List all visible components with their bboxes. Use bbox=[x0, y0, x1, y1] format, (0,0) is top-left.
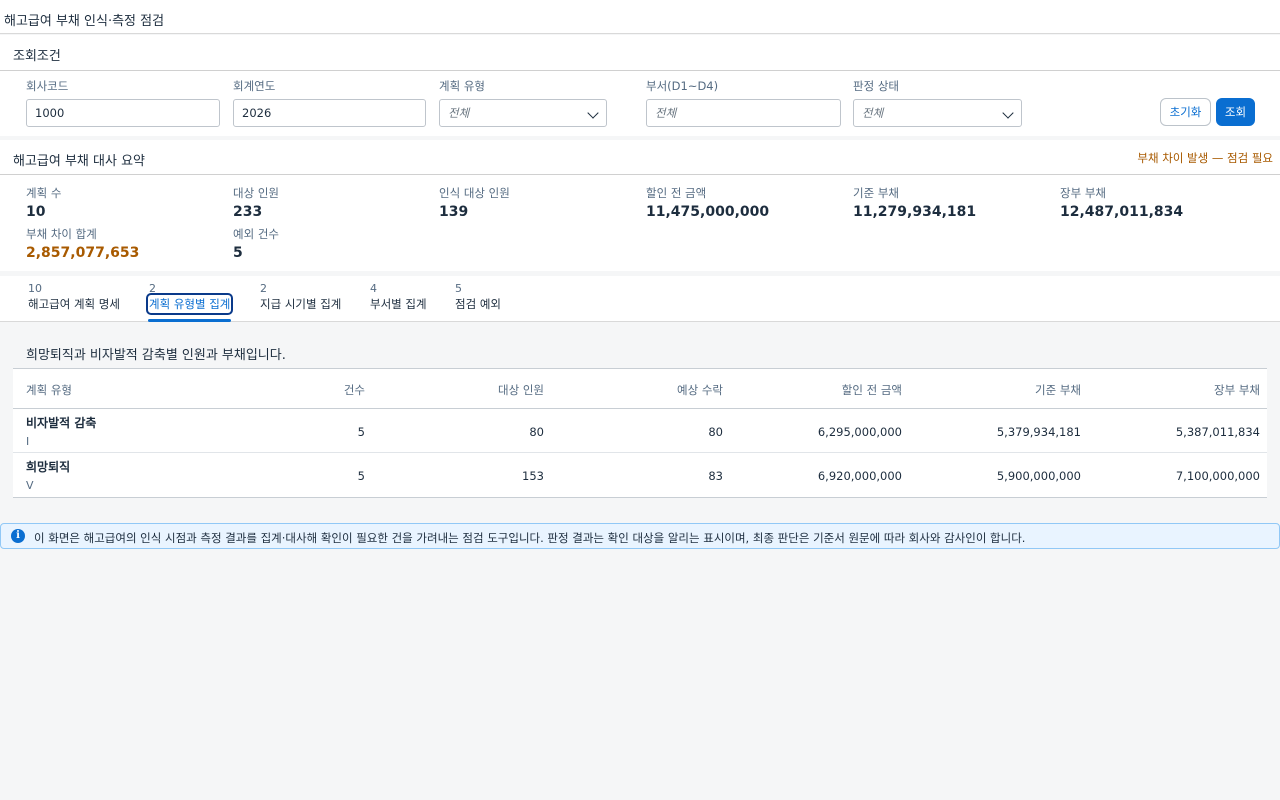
tab-bar: 10 해고급여 계획 명세 2 계획 유형별 집계 2 지급 시기별 집계 4 … bbox=[0, 276, 1280, 322]
kpi-value: 12,487,011,834 bbox=[1060, 204, 1184, 220]
tab-label: 해고급여 계획 명세 bbox=[28, 297, 120, 311]
company-code-label: 회사코드 bbox=[26, 79, 69, 93]
kpi-base-liability: 기준 부채 11,279,934,181 bbox=[853, 185, 976, 220]
department-input[interactable]: 전체 bbox=[646, 99, 841, 127]
chevron-down-icon bbox=[1002, 107, 1014, 119]
column-header-plan-type[interactable]: 계획 유형 bbox=[26, 382, 72, 398]
cell-headcount: 80 bbox=[529, 425, 544, 439]
cell-book-liability: 5,387,011,834 bbox=[1175, 425, 1260, 439]
tab-exceptions[interactable]: 5 점검 예외 bbox=[455, 282, 501, 322]
kpi-label: 장부 부채 bbox=[1060, 186, 1106, 200]
kpi-plan-count: 계획 수 10 bbox=[26, 185, 61, 220]
tab-label: 점검 예외 bbox=[455, 297, 501, 311]
judgment-status-select[interactable]: 전체 bbox=[853, 99, 1022, 127]
cell-headcount: 153 bbox=[522, 469, 544, 483]
kpi-label: 기준 부채 bbox=[853, 186, 899, 200]
filter-panel-header: 조회조건 bbox=[0, 35, 1280, 71]
company-code-input[interactable]: 1000 bbox=[26, 99, 220, 127]
fiscal-year-label: 회계연도 bbox=[233, 79, 276, 93]
tab-by-plan-type[interactable]: 2 계획 유형별 집계 bbox=[145, 282, 234, 322]
kpi-label: 계획 수 bbox=[26, 186, 62, 200]
column-header-expected[interactable]: 예상 수락 bbox=[677, 382, 723, 398]
kpi-value: 11,279,934,181 bbox=[853, 204, 977, 220]
info-icon: i bbox=[11, 529, 25, 543]
chevron-down-icon bbox=[587, 107, 599, 119]
cell-undiscounted: 6,920,000,000 bbox=[817, 469, 902, 483]
kpi-label: 인식 대상 인원 bbox=[439, 186, 510, 200]
filter-panel: 조회조건 회사코드 1000 회계연도 2026 계획 유형 전체 부서(D1~… bbox=[0, 35, 1280, 136]
kpi-label: 부채 차이 합계 bbox=[26, 227, 97, 241]
kpi-undiscounted-amount: 할인 전 금액 11,475,000,000 bbox=[646, 185, 769, 220]
page-title: 해고급여 부채 인식·측정 점검 bbox=[4, 14, 165, 29]
content-description: 희망퇴직과 비자발적 감축별 인원과 부채입니다. bbox=[26, 348, 286, 363]
kpi-label: 예외 건수 bbox=[233, 227, 279, 241]
tab-label: 지급 시기별 집계 bbox=[260, 297, 342, 311]
judgment-status-value: 전체 bbox=[862, 106, 884, 120]
kpi-value: 139 bbox=[439, 204, 469, 220]
tab-count: 5 bbox=[455, 282, 462, 295]
kpi-value: 233 bbox=[233, 204, 263, 220]
plan-type-label: 계획 유형 bbox=[439, 79, 485, 93]
info-message-strip: i 이 화면은 해고급여의 인식 시점과 측정 결과를 집계·대사해 확인이 필… bbox=[0, 523, 1280, 549]
plan-type-select[interactable]: 전체 bbox=[439, 99, 607, 127]
cell-book-liability: 7,100,000,000 bbox=[1175, 469, 1260, 483]
reset-button[interactable]: 초기화 bbox=[1160, 98, 1211, 126]
tab-plan-details[interactable]: 10 해고급여 계획 명세 bbox=[28, 282, 120, 322]
kpi-value: 5 bbox=[233, 245, 243, 261]
plan-type-name: 비자발적 감축 bbox=[26, 416, 97, 430]
plan-type-name: 희망퇴직 bbox=[26, 460, 71, 474]
info-message-text: 이 화면은 해고급여의 인식 시점과 측정 결과를 집계·대사해 확인이 필요한… bbox=[34, 531, 1026, 545]
table-row[interactable]: 비자발적 감축 I 5 80 80 6,295,000,000 5,379,93… bbox=[13, 409, 1267, 453]
kpi-label: 할인 전 금액 bbox=[646, 186, 707, 200]
column-header-undiscounted[interactable]: 할인 전 금액 bbox=[842, 382, 902, 398]
cell-base-liability: 5,379,934,181 bbox=[996, 425, 1081, 439]
kpi-recognized-headcount: 인식 대상 인원 139 bbox=[439, 185, 510, 220]
kpi-value: 11,475,000,000 bbox=[646, 204, 770, 220]
plan-type-table: 계획 유형 건수 대상 인원 예상 수락 할인 전 금액 기준 부채 장부 부채… bbox=[13, 368, 1267, 498]
summary-panel-header: 해고급여 부채 대사 요약 부채 차이 발생 — 점검 필요 bbox=[0, 140, 1280, 175]
cell-expected: 80 bbox=[708, 425, 723, 439]
column-header-base-liability[interactable]: 기준 부채 bbox=[1035, 382, 1081, 398]
summary-warning-text: 부채 차이 발생 — 점검 필요 bbox=[1137, 151, 1273, 165]
kpi-liability-difference: 부채 차이 합계 2,857,077,653 bbox=[26, 226, 139, 261]
plan-type-code: V bbox=[26, 479, 34, 492]
summary-panel: 해고급여 부채 대사 요약 부채 차이 발생 — 점검 필요 계획 수 10 대… bbox=[0, 140, 1280, 271]
table-header: 계획 유형 건수 대상 인원 예상 수락 할인 전 금액 기준 부채 장부 부채 bbox=[13, 369, 1267, 409]
tab-count: 10 bbox=[28, 282, 42, 295]
active-tab-indicator bbox=[148, 319, 232, 322]
column-header-book-liability[interactable]: 장부 부채 bbox=[1214, 382, 1260, 398]
plan-type-value: 전체 bbox=[448, 106, 470, 120]
table-row[interactable]: 희망퇴직 V 5 153 83 6,920,000,000 5,900,000,… bbox=[13, 453, 1267, 497]
search-button[interactable]: 조회 bbox=[1216, 98, 1255, 126]
cell-base-liability: 5,900,000,000 bbox=[996, 469, 1081, 483]
fiscal-year-input[interactable]: 2026 bbox=[233, 99, 426, 127]
tab-by-department[interactable]: 4 부서별 집계 bbox=[370, 282, 427, 322]
tab-count: 2 bbox=[149, 282, 156, 295]
tab-label: 계획 유형별 집계 bbox=[145, 293, 234, 315]
kpi-exception-count: 예외 건수 5 bbox=[233, 226, 279, 261]
column-header-count[interactable]: 건수 bbox=[344, 382, 365, 398]
tab-by-payment-timing[interactable]: 2 지급 시기별 집계 bbox=[260, 282, 341, 322]
kpi-value: 10 bbox=[26, 204, 46, 220]
tab-label: 부서별 집계 bbox=[370, 297, 427, 311]
kpi-value: 2,857,077,653 bbox=[26, 245, 140, 261]
kpi-label: 대상 인원 bbox=[233, 186, 279, 200]
tab-count: 2 bbox=[260, 282, 267, 295]
page-header: 해고급여 부채 인식·측정 점검 bbox=[0, 0, 1280, 34]
judgment-status-label: 판정 상태 bbox=[853, 79, 899, 93]
tab-count: 4 bbox=[370, 282, 377, 295]
summary-panel-title: 해고급여 부채 대사 요약 bbox=[13, 154, 145, 169]
column-header-headcount[interactable]: 대상 인원 bbox=[498, 382, 544, 398]
kpi-target-headcount: 대상 인원 233 bbox=[233, 185, 279, 220]
kpi-book-liability: 장부 부채 12,487,011,834 bbox=[1060, 185, 1183, 220]
cell-expected: 83 bbox=[708, 469, 723, 483]
cell-count: 5 bbox=[357, 469, 365, 483]
filter-panel-title: 조회조건 bbox=[13, 49, 61, 64]
plan-type-code: I bbox=[26, 435, 30, 448]
cell-count: 5 bbox=[357, 425, 365, 439]
department-label: 부서(D1~D4) bbox=[646, 79, 719, 93]
cell-undiscounted: 6,295,000,000 bbox=[817, 425, 902, 439]
